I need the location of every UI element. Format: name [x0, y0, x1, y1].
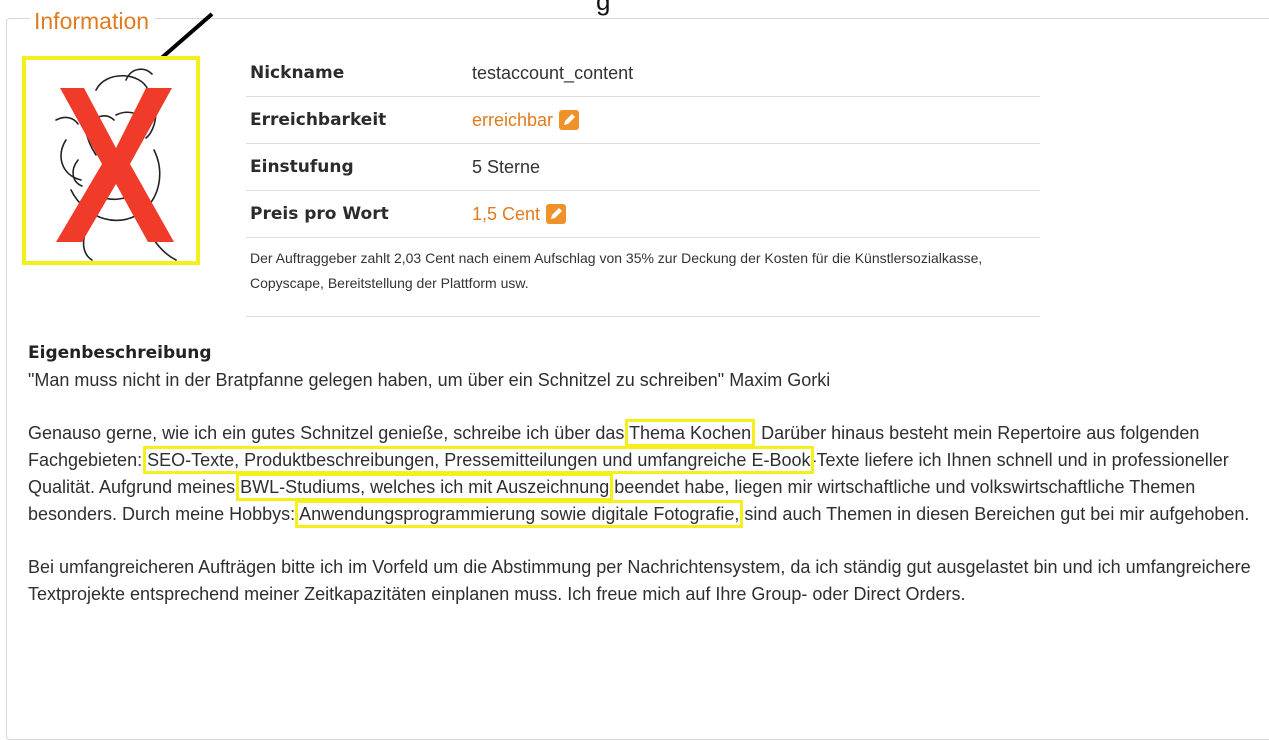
- description-paragraph-2: Genauso gerne, wie ich ein gutes Schnitz…: [28, 419, 1253, 528]
- description-paragraph-3: Bei umfangreicheren Aufträgen bitte ich …: [28, 557, 1251, 604]
- text-segment: Genauso gerne, wie ich ein gutes Schnitz…: [28, 423, 630, 443]
- row-nickname: Nickname testaccount_content: [246, 50, 1040, 97]
- rating-value: 5 Sterne: [472, 156, 541, 177]
- row-price: Preis pro Wort 1,5 Cent: [246, 191, 1040, 238]
- description-heading: Eigenbeschreibung: [28, 343, 212, 363]
- availability-value: erreichbar: [472, 109, 554, 130]
- cross-mark-icon: [56, 88, 174, 242]
- edit-availability-icon[interactable]: [559, 110, 580, 130]
- edit-price-icon[interactable]: [546, 204, 567, 224]
- price-note: Der Auftraggeber zahlt 2,03 Cent nach ei…: [246, 238, 1040, 317]
- cropped-caption-fragment: g: [596, 0, 611, 16]
- row-label: Erreichbarkeit: [250, 110, 387, 130]
- profile-photo: [22, 56, 200, 265]
- row-label: Einstufung: [250, 157, 354, 177]
- highlight-topic-cooking: Thema Kochen: [625, 419, 756, 447]
- highlight-specialties: SEO-Texte, Produktbeschreibungen, Presse…: [143, 446, 815, 474]
- caricature-image: [55, 68, 177, 261]
- self-description: Eigenbeschreibung "Man muss nicht in der…: [28, 340, 1253, 634]
- text-segment: sind auch Themen in diesen Bereichen gut…: [739, 504, 1250, 524]
- row-availability: Erreichbarkeit erreichbar: [246, 97, 1040, 144]
- profile-info-table: Nickname testaccount_content Erreichbark…: [246, 50, 1040, 317]
- row-label: Preis pro Wort: [250, 204, 389, 224]
- nickname-value: testaccount_content: [472, 62, 634, 83]
- highlight-hobbies: Anwendungsprogrammierung sowie digitale …: [295, 500, 744, 528]
- price-value: 1,5 Cent: [472, 203, 541, 224]
- row-rating: Einstufung 5 Sterne: [246, 144, 1040, 191]
- description-quote: "Man muss nicht in der Bratpfanne gelege…: [28, 370, 831, 390]
- highlight-bwl-studies: BWL-Studiums, welches ich mit Auszeichnu…: [236, 473, 614, 501]
- row-label: Nickname: [250, 63, 345, 83]
